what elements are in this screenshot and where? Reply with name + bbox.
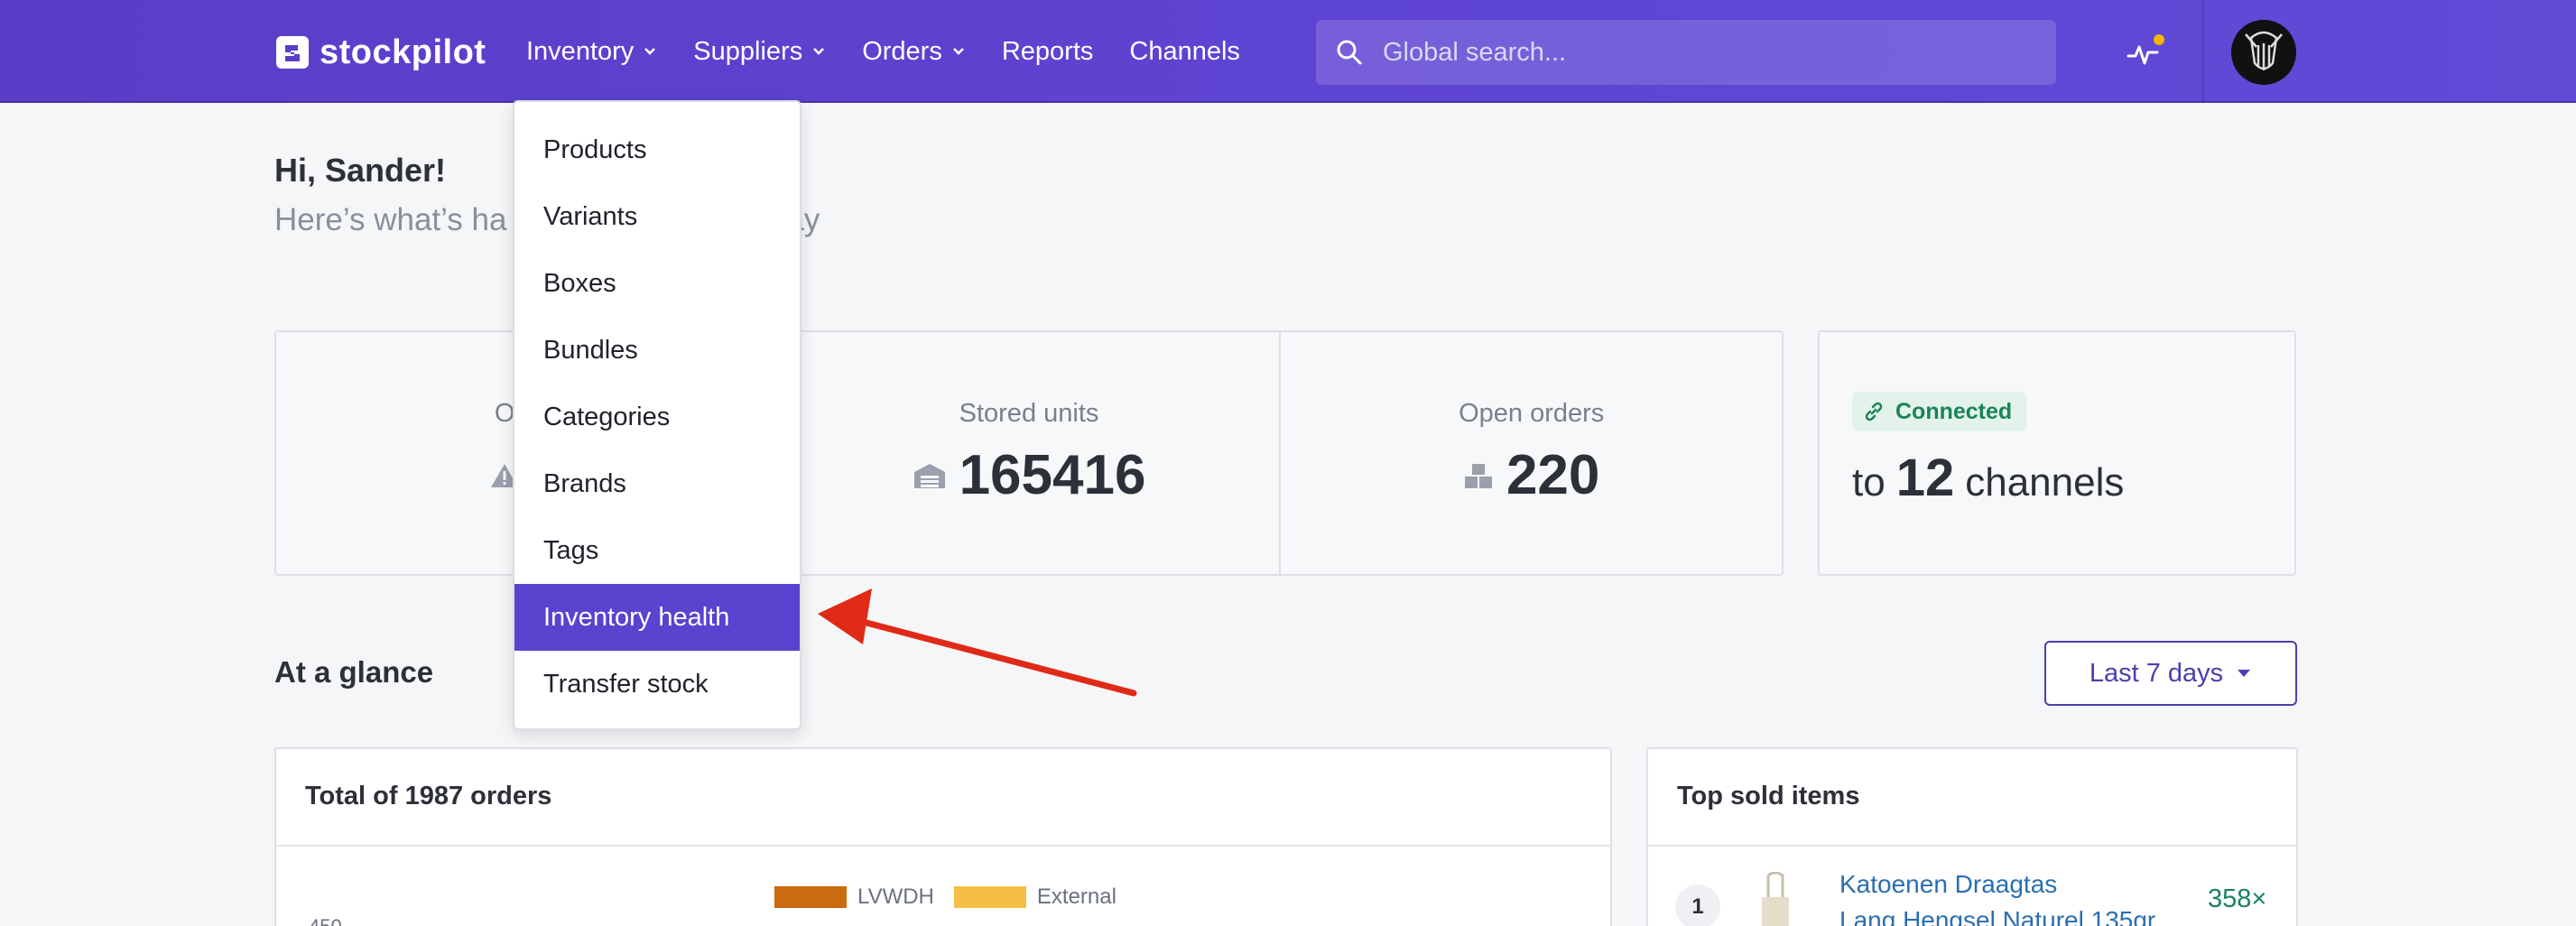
connected-badge: Connected bbox=[1852, 392, 2027, 431]
menu-item-tags[interactable]: Tags bbox=[514, 517, 800, 584]
chevron-down-icon bbox=[644, 48, 656, 55]
channels-suffix: channels bbox=[1965, 460, 2125, 505]
header-divider bbox=[2202, 0, 2204, 103]
activity-button[interactable] bbox=[2123, 32, 2164, 72]
stats-panel: Out o 2 Stored units 165416 Open orders bbox=[274, 330, 1784, 576]
menu-item-categories[interactable]: Categories bbox=[514, 384, 800, 450]
top-navigation-bar: stockpilot Inventory Suppliers Orders Re… bbox=[0, 0, 2576, 103]
top-item-link[interactable]: Katoenen Draagtas Lang Hengsel Naturel 1… bbox=[1839, 866, 2182, 926]
orders-card-title: Total of 1987 orders bbox=[305, 782, 552, 810]
menu-item-transfer-stock[interactable]: Transfer stock bbox=[514, 651, 800, 718]
top-item-name-line1: Katoenen Draagtas bbox=[1839, 870, 2058, 898]
nav-suppliers[interactable]: Suppliers bbox=[693, 37, 826, 67]
chevron-down-icon bbox=[813, 48, 825, 55]
stat-label: Stored units bbox=[959, 399, 1099, 428]
y-axis-tick: 450 bbox=[309, 915, 342, 926]
main-nav: Inventory Suppliers Orders Reports Chann… bbox=[526, 0, 1276, 103]
menu-item-boxes[interactable]: Boxes bbox=[514, 250, 800, 317]
channels-count: 12 bbox=[1895, 449, 1955, 507]
date-range-select[interactable]: Last 7 days bbox=[2044, 641, 2297, 706]
legend-swatch-lvwdh[interactable] bbox=[774, 886, 847, 908]
nav-orders[interactable]: Orders bbox=[862, 37, 966, 67]
nav-channels-label: Channels bbox=[1129, 36, 1240, 66]
stat-value: 165416 bbox=[913, 443, 1146, 507]
caret-down-icon bbox=[2238, 670, 2251, 677]
menu-item-variants[interactable]: Variants bbox=[514, 183, 800, 250]
link-icon bbox=[1865, 402, 1883, 421]
nav-suppliers-label: Suppliers bbox=[693, 36, 803, 66]
section-title: At a glance bbox=[274, 655, 434, 689]
card-divider bbox=[1648, 845, 2296, 847]
stat-stored-units[interactable]: Stored units 165416 bbox=[779, 332, 1282, 574]
nav-orders-label: Orders bbox=[862, 36, 942, 66]
nav-inventory[interactable]: Inventory bbox=[526, 37, 657, 67]
top-sold-title: Top sold items bbox=[1677, 782, 1860, 810]
tote-bag-thumbnail bbox=[1762, 872, 1789, 926]
card-divider bbox=[276, 845, 1610, 847]
legend-label-lvwdh[interactable]: LVWDH bbox=[857, 884, 934, 910]
notification-dot bbox=[2154, 34, 2164, 45]
open-orders-count: 220 bbox=[1506, 444, 1600, 506]
inventory-dropdown-menu: Products Variants Boxes Bundles Categori… bbox=[513, 100, 802, 730]
rank-badge: 1 bbox=[1675, 884, 1720, 926]
app-name: stockpilot bbox=[320, 32, 486, 71]
search-icon bbox=[1337, 40, 1362, 65]
stat-label: Open orders bbox=[1459, 399, 1605, 428]
chart-legend: LVWDH External bbox=[774, 884, 1136, 910]
top-item-name-line2: Lang Hengsel Naturel 135gr bbox=[1839, 906, 2156, 926]
top-item-count: 358× bbox=[2208, 884, 2267, 913]
channels-prefix: to bbox=[1852, 460, 1886, 505]
channels-card[interactable]: Connected to 12 channels bbox=[1818, 330, 2296, 576]
menu-item-products[interactable]: Products bbox=[514, 116, 800, 183]
nav-inventory-label: Inventory bbox=[526, 36, 635, 66]
menu-item-bundles[interactable]: Bundles bbox=[514, 317, 800, 384]
logo-icon bbox=[276, 36, 309, 69]
chevron-down-icon bbox=[952, 48, 964, 55]
legend-swatch-external[interactable] bbox=[953, 886, 1026, 908]
greeting-title: Hi, Sander! bbox=[274, 152, 447, 189]
boxes-icon bbox=[1464, 463, 1492, 488]
nav-channels[interactable]: Channels bbox=[1129, 37, 1240, 67]
stat-open-orders[interactable]: Open orders 220 bbox=[1281, 332, 1782, 574]
search-input[interactable] bbox=[1383, 37, 2015, 68]
legend-label-external[interactable]: External bbox=[1037, 884, 1117, 910]
menu-item-inventory-health[interactable]: Inventory health bbox=[514, 584, 800, 651]
avatar-image bbox=[2231, 20, 2296, 85]
global-search[interactable] bbox=[1316, 20, 2056, 85]
nav-reports[interactable]: Reports bbox=[1002, 37, 1094, 67]
stat-value: 220 bbox=[1463, 443, 1599, 507]
user-avatar[interactable] bbox=[2231, 20, 2296, 85]
channels-summary: to 12 channels bbox=[1852, 448, 2124, 508]
stored-units-count: 165416 bbox=[959, 444, 1146, 506]
top-sold-card: Top sold items 1 Katoenen Draagtas Lang … bbox=[1646, 747, 2298, 926]
menu-item-brands[interactable]: Brands bbox=[514, 450, 800, 517]
warehouse-icon bbox=[913, 463, 945, 488]
orders-chart-card: Total of 1987 orders LVWDH External 450 bbox=[274, 747, 1612, 926]
connected-badge-label: Connected bbox=[1895, 398, 2013, 424]
nav-reports-label: Reports bbox=[1001, 36, 1094, 66]
date-range-label: Last 7 days bbox=[2089, 658, 2224, 688]
logo[interactable]: stockpilot bbox=[274, 32, 486, 72]
